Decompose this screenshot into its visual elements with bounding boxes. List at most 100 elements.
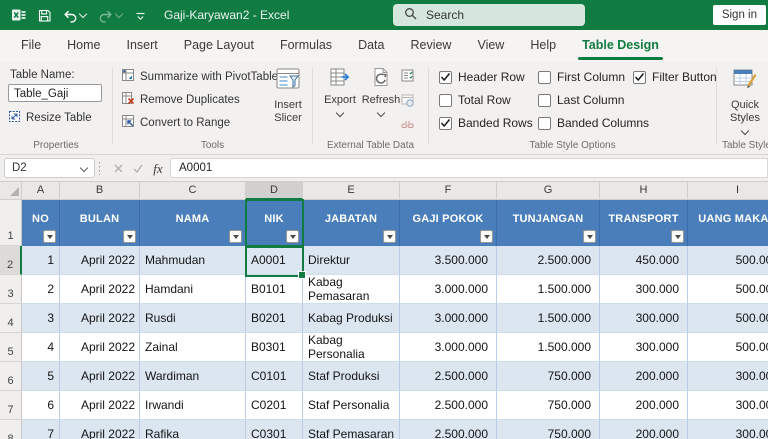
data-range-properties-button[interactable] xyxy=(401,69,414,85)
row-header-6[interactable]: 6 xyxy=(0,362,22,391)
column-header-E[interactable]: E xyxy=(303,182,400,200)
cell-H5[interactable]: 300.000 xyxy=(600,333,688,362)
search-input[interactable]: Search xyxy=(393,4,585,26)
table-header-tunjangan[interactable]: TUNJANGAN xyxy=(497,200,600,246)
tab-page-layout[interactable]: Page Layout xyxy=(171,30,267,62)
filter-button-bulan[interactable] xyxy=(123,230,136,243)
name-box[interactable]: D2 xyxy=(4,158,95,178)
cell-G5[interactable]: 1.500.000 xyxy=(497,333,600,362)
cell-H3[interactable]: 300.000 xyxy=(600,275,688,304)
filter-button-nik[interactable] xyxy=(286,230,299,243)
export-dropdown-icon[interactable] xyxy=(335,108,345,118)
tab-file[interactable]: File xyxy=(8,30,54,62)
cancel-icon[interactable] xyxy=(108,155,128,182)
cell-I4[interactable]: 500.000 xyxy=(688,304,768,333)
cell-I6[interactable]: 300.000 xyxy=(688,362,768,391)
column-header-B[interactable]: B xyxy=(60,182,140,200)
cell-E7[interactable]: Staf Personalia xyxy=(303,391,400,420)
checkbox-header-row[interactable]: Header Row xyxy=(439,70,525,84)
cell-F3[interactable]: 3.000.000 xyxy=(400,275,497,304)
cell-C3[interactable]: Hamdani xyxy=(140,275,246,304)
table-header-jabatan[interactable]: JABATAN xyxy=(303,200,400,246)
column-header-H[interactable]: H xyxy=(600,182,688,200)
cell-I3[interactable]: 500.000 xyxy=(688,275,768,304)
column-header-D[interactable]: D xyxy=(246,182,303,200)
cell-D6[interactable]: C0101 xyxy=(246,362,303,391)
checkbox-banded-columns[interactable]: Banded Columns xyxy=(538,116,649,130)
row-header-8[interactable]: 8 xyxy=(0,420,22,439)
cell-C4[interactable]: Rusdi xyxy=(140,304,246,333)
tab-insert[interactable]: Insert xyxy=(114,30,171,62)
cell-C8[interactable]: Rafika xyxy=(140,420,246,439)
open-in-browser-button[interactable] xyxy=(401,94,414,110)
insert-slicer-button[interactable]: Insert Slicer xyxy=(265,66,311,125)
cell-G4[interactable]: 1.500.000 xyxy=(497,304,600,333)
cell-G3[interactable]: 1.500.000 xyxy=(497,275,600,304)
save-icon[interactable] xyxy=(34,6,55,25)
row-header-5[interactable]: 5 xyxy=(0,333,22,362)
cell-C7[interactable]: Irwandi xyxy=(140,391,246,420)
cell-H6[interactable]: 200.000 xyxy=(600,362,688,391)
cell-D8[interactable]: C0301 xyxy=(246,420,303,439)
column-header-F[interactable]: F xyxy=(400,182,497,200)
formula-bar-drag-handle[interactable] xyxy=(99,162,100,175)
cell-G8[interactable]: 750.000 xyxy=(497,420,600,439)
checkbox-filter-button[interactable]: Filter Button xyxy=(633,70,717,84)
table-header-transport[interactable]: TRANSPORT xyxy=(600,200,688,246)
undo-button[interactable] xyxy=(59,6,91,25)
tab-formulas[interactable]: Formulas xyxy=(267,30,345,62)
cell-E2[interactable]: Direktur xyxy=(303,246,400,275)
cell-F4[interactable]: 3.000.000 xyxy=(400,304,497,333)
sign-in-button[interactable]: Sign in xyxy=(712,5,766,25)
cell-B4[interactable]: April 2022 xyxy=(60,304,140,333)
cell-I2[interactable]: 500.000 xyxy=(688,246,768,275)
filter-button-transport[interactable] xyxy=(671,230,684,243)
table-header-gaji-pokok[interactable]: GAJI POKOK xyxy=(400,200,497,246)
filter-button-gaji-pokok[interactable] xyxy=(480,230,493,243)
remove-duplicates-button[interactable]: Remove Duplicates xyxy=(121,91,240,108)
cell-H7[interactable]: 200.000 xyxy=(600,391,688,420)
cell-E8[interactable]: Staf Pemasaran xyxy=(303,420,400,439)
export-button[interactable]: Export xyxy=(320,66,360,118)
cell-F8[interactable]: 2.500.000 xyxy=(400,420,497,439)
cell-F2[interactable]: 3.500.000 xyxy=(400,246,497,275)
cell-A8[interactable]: 7 xyxy=(22,420,60,439)
cell-B3[interactable]: April 2022 xyxy=(60,275,140,304)
filter-button-jabatan[interactable] xyxy=(383,230,396,243)
cell-B7[interactable]: April 2022 xyxy=(60,391,140,420)
cell-I5[interactable]: 500.000 xyxy=(688,333,768,362)
unlink-button[interactable] xyxy=(401,119,414,135)
cell-A5[interactable]: 4 xyxy=(22,333,60,362)
undo-dropdown-icon[interactable] xyxy=(78,9,88,19)
table-header-nama[interactable]: NAMA xyxy=(140,200,246,246)
cell-A2[interactable]: 1 xyxy=(22,246,60,275)
cell-A6[interactable]: 5 xyxy=(22,362,60,391)
resize-table-button[interactable]: Resize Table xyxy=(8,110,92,126)
cell-A4[interactable]: 3 xyxy=(22,304,60,333)
cell-B5[interactable]: April 2022 xyxy=(60,333,140,362)
table-name-input[interactable]: Table_Gaji xyxy=(8,84,102,102)
cell-G6[interactable]: 750.000 xyxy=(497,362,600,391)
checkbox-total-row[interactable]: Total Row xyxy=(439,93,511,107)
cell-F5[interactable]: 3.000.000 xyxy=(400,333,497,362)
refresh-button[interactable]: Refresh xyxy=(360,66,402,118)
insert-function-icon[interactable]: fx xyxy=(148,155,168,182)
table-header-no[interactable]: NO xyxy=(22,200,60,246)
cell-D4[interactable]: B0201 xyxy=(246,304,303,333)
cell-D5[interactable]: B0301 xyxy=(246,333,303,362)
row-header-3[interactable]: 3 xyxy=(0,275,22,304)
cell-H8[interactable]: 200.000 xyxy=(600,420,688,439)
refresh-dropdown-icon[interactable] xyxy=(376,108,386,118)
cell-F6[interactable]: 2.500.000 xyxy=(400,362,497,391)
cell-H4[interactable]: 300.000 xyxy=(600,304,688,333)
cell-F7[interactable]: 2.500.000 xyxy=(400,391,497,420)
cell-B2[interactable]: April 2022 xyxy=(60,246,140,275)
table-header-nik[interactable]: NIK xyxy=(246,200,303,246)
name-box-dropdown-icon[interactable] xyxy=(79,163,89,173)
tab-review[interactable]: Review xyxy=(397,30,464,62)
column-header-G[interactable]: G xyxy=(497,182,600,200)
cell-E4[interactable]: Kabag Produksi xyxy=(303,304,400,333)
cell-A3[interactable]: 2 xyxy=(22,275,60,304)
redo-button[interactable] xyxy=(95,6,127,25)
enter-icon[interactable] xyxy=(128,155,148,182)
